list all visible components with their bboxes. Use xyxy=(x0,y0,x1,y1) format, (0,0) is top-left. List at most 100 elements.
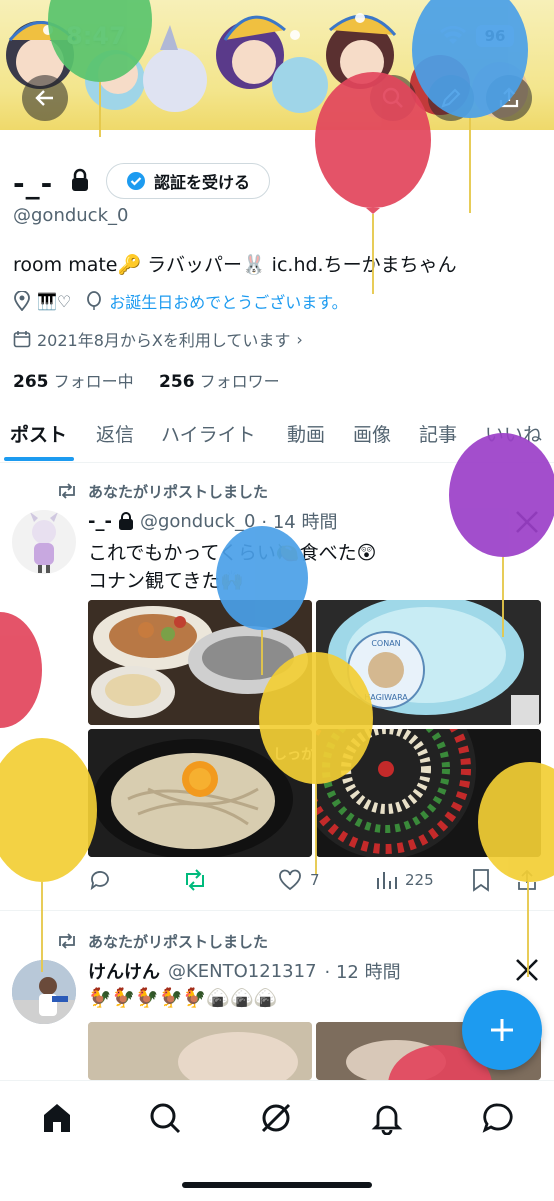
status-time: 8:47 xyxy=(66,22,126,50)
reply-button[interactable] xyxy=(88,868,112,892)
calendar-icon xyxy=(13,331,31,348)
tweet-author-handle: @gonduck_0 xyxy=(139,510,256,532)
profile-tabs: ポスト 返信 ハイライト 動画 画像 記事 いいね xyxy=(0,412,554,463)
joined-text: 2021年8月からXを利用しています xyxy=(37,331,291,350)
tweet-text-line2: コナン観てきた🙌 xyxy=(88,570,245,592)
follow-stats: 265 フォロー中 256 フォロワー xyxy=(13,368,280,392)
tab-posts[interactable]: ポスト xyxy=(10,420,67,447)
like-count: 7 xyxy=(310,871,320,889)
repost-active-icon xyxy=(186,869,204,891)
tweet-time: · 12 時間 xyxy=(324,962,401,983)
reply-icon xyxy=(90,871,109,891)
profile-bio: room mate🔑 ラバッパー🐰 ic.hd.ちーかまちゃん xyxy=(13,254,457,276)
lock-icon xyxy=(118,512,133,530)
darts-board-photo xyxy=(316,729,541,857)
tab-highlights[interactable]: ハイライト xyxy=(161,420,256,447)
bookmark-button[interactable] xyxy=(470,868,492,892)
location-icon xyxy=(14,291,30,311)
tweet-time: · 14 時間 xyxy=(261,512,338,533)
profile-name: -_- xyxy=(13,167,54,200)
followers-link[interactable]: 256 フォロワー xyxy=(159,372,280,392)
tweet-image-3[interactable]: しっかり xyxy=(88,729,312,857)
avatar[interactable] xyxy=(12,960,76,1024)
tab-replies[interactable]: 返信 xyxy=(96,420,134,447)
share-icon xyxy=(499,87,519,108)
tweet-image-2[interactable]: CONAN HAGIWARA xyxy=(316,600,541,725)
views-button[interactable]: 225 xyxy=(375,868,434,892)
heart-icon xyxy=(279,869,301,891)
pencil-icon xyxy=(441,88,461,108)
views-chart-icon xyxy=(377,872,397,889)
lock-icon xyxy=(72,168,88,191)
location-text: 🎹♡ xyxy=(37,291,72,311)
tab-articles[interactable]: 記事 xyxy=(419,420,457,447)
search-button[interactable] xyxy=(370,75,416,121)
tweet-text-line1: 🐓🐓🐓🐓🐓🍙🍙🍙 xyxy=(88,987,278,1009)
food-photo xyxy=(88,600,312,725)
share-button[interactable] xyxy=(486,75,532,121)
tweet-photo xyxy=(88,1022,312,1080)
coaster-label-top: CONAN xyxy=(371,639,400,648)
repost-icon xyxy=(59,483,75,499)
repost-icon xyxy=(59,933,75,949)
views-count: 225 xyxy=(405,871,434,889)
tweet-divider xyxy=(0,910,554,911)
wifi-icon xyxy=(440,26,466,44)
profile-handle: @gonduck_0 xyxy=(13,205,129,226)
bell-icon[interactable] xyxy=(370,1101,404,1135)
followers-count: 256 xyxy=(159,372,195,392)
profile-meta-row: 🎹♡ お誕生日おめでとうございます。 xyxy=(13,289,348,313)
tweet-header: けんけん @KENTO121317 · 12 時間 xyxy=(88,958,401,984)
plus-icon xyxy=(491,1019,513,1041)
balloon-red-left xyxy=(0,612,42,728)
search-icon[interactable] xyxy=(148,1101,182,1135)
tweet-author-name[interactable]: けんけん xyxy=(88,958,160,984)
verified-badge-icon xyxy=(126,172,145,190)
avatar[interactable] xyxy=(12,510,76,574)
search-icon xyxy=(382,87,403,108)
joined-date[interactable]: 2021年8月からXを利用しています › xyxy=(13,327,303,351)
compose-post-button[interactable] xyxy=(462,990,542,1070)
birthday-link[interactable]: お誕生日おめでとうございます。 xyxy=(109,289,347,313)
repost-button[interactable] xyxy=(182,868,208,892)
tab-likes[interactable]: いいね xyxy=(485,420,542,447)
grok-icon[interactable] xyxy=(259,1101,293,1135)
x-logo-icon xyxy=(516,511,538,533)
tweet-image-1[interactable] xyxy=(88,600,312,725)
tweet-image-4[interactable] xyxy=(316,729,541,857)
banner-art xyxy=(6,13,528,118)
messages-icon[interactable] xyxy=(481,1101,515,1135)
avatar-art xyxy=(30,512,58,573)
drink-coaster-photo: CONAN HAGIWARA xyxy=(316,600,541,725)
bookmark-icon xyxy=(473,869,489,892)
arrow-left-icon xyxy=(35,90,53,106)
share-icon xyxy=(518,869,536,890)
tab-videos[interactable]: 動画 xyxy=(287,420,325,447)
home-icon[interactable] xyxy=(40,1101,74,1135)
edit-button[interactable] xyxy=(428,75,474,121)
tweet-author-handle: @KENTO121317 xyxy=(168,960,317,982)
coaster-label: HAGIWARA xyxy=(364,693,408,702)
tweet-text-line1: これでもかってくらい🍋食べた😲 xyxy=(88,542,377,564)
share-tweet-button[interactable] xyxy=(516,868,538,892)
profile-banner xyxy=(0,0,554,130)
tweet-image-1[interactable] xyxy=(88,1022,312,1080)
home-indicator xyxy=(182,1182,372,1188)
following-count: 265 xyxy=(13,372,49,392)
tweet-author-name[interactable]: -_- xyxy=(88,511,112,532)
repost-label: あなたがリポストしました xyxy=(88,483,269,501)
following-link[interactable]: 265 フォロー中 xyxy=(13,372,134,392)
chevron-right-icon: › xyxy=(296,329,303,349)
balloon-birthday-icon xyxy=(87,291,102,310)
get-verified-label: 認証を受ける xyxy=(153,173,250,192)
tweet-header: -_- @gonduck_0 · 14 時間 xyxy=(88,508,337,534)
avatar-photo xyxy=(12,960,76,1024)
active-tab-indicator xyxy=(4,457,74,461)
get-verified-button[interactable]: 認証を受ける xyxy=(106,163,270,199)
balloon-yellow-left xyxy=(0,738,97,882)
following-label: フォロー中 xyxy=(53,372,134,391)
tab-images[interactable]: 画像 xyxy=(353,420,391,447)
like-button[interactable]: 7 xyxy=(278,868,320,892)
back-button[interactable] xyxy=(22,75,68,121)
repost-label: あなたがリポストしました xyxy=(88,933,269,951)
